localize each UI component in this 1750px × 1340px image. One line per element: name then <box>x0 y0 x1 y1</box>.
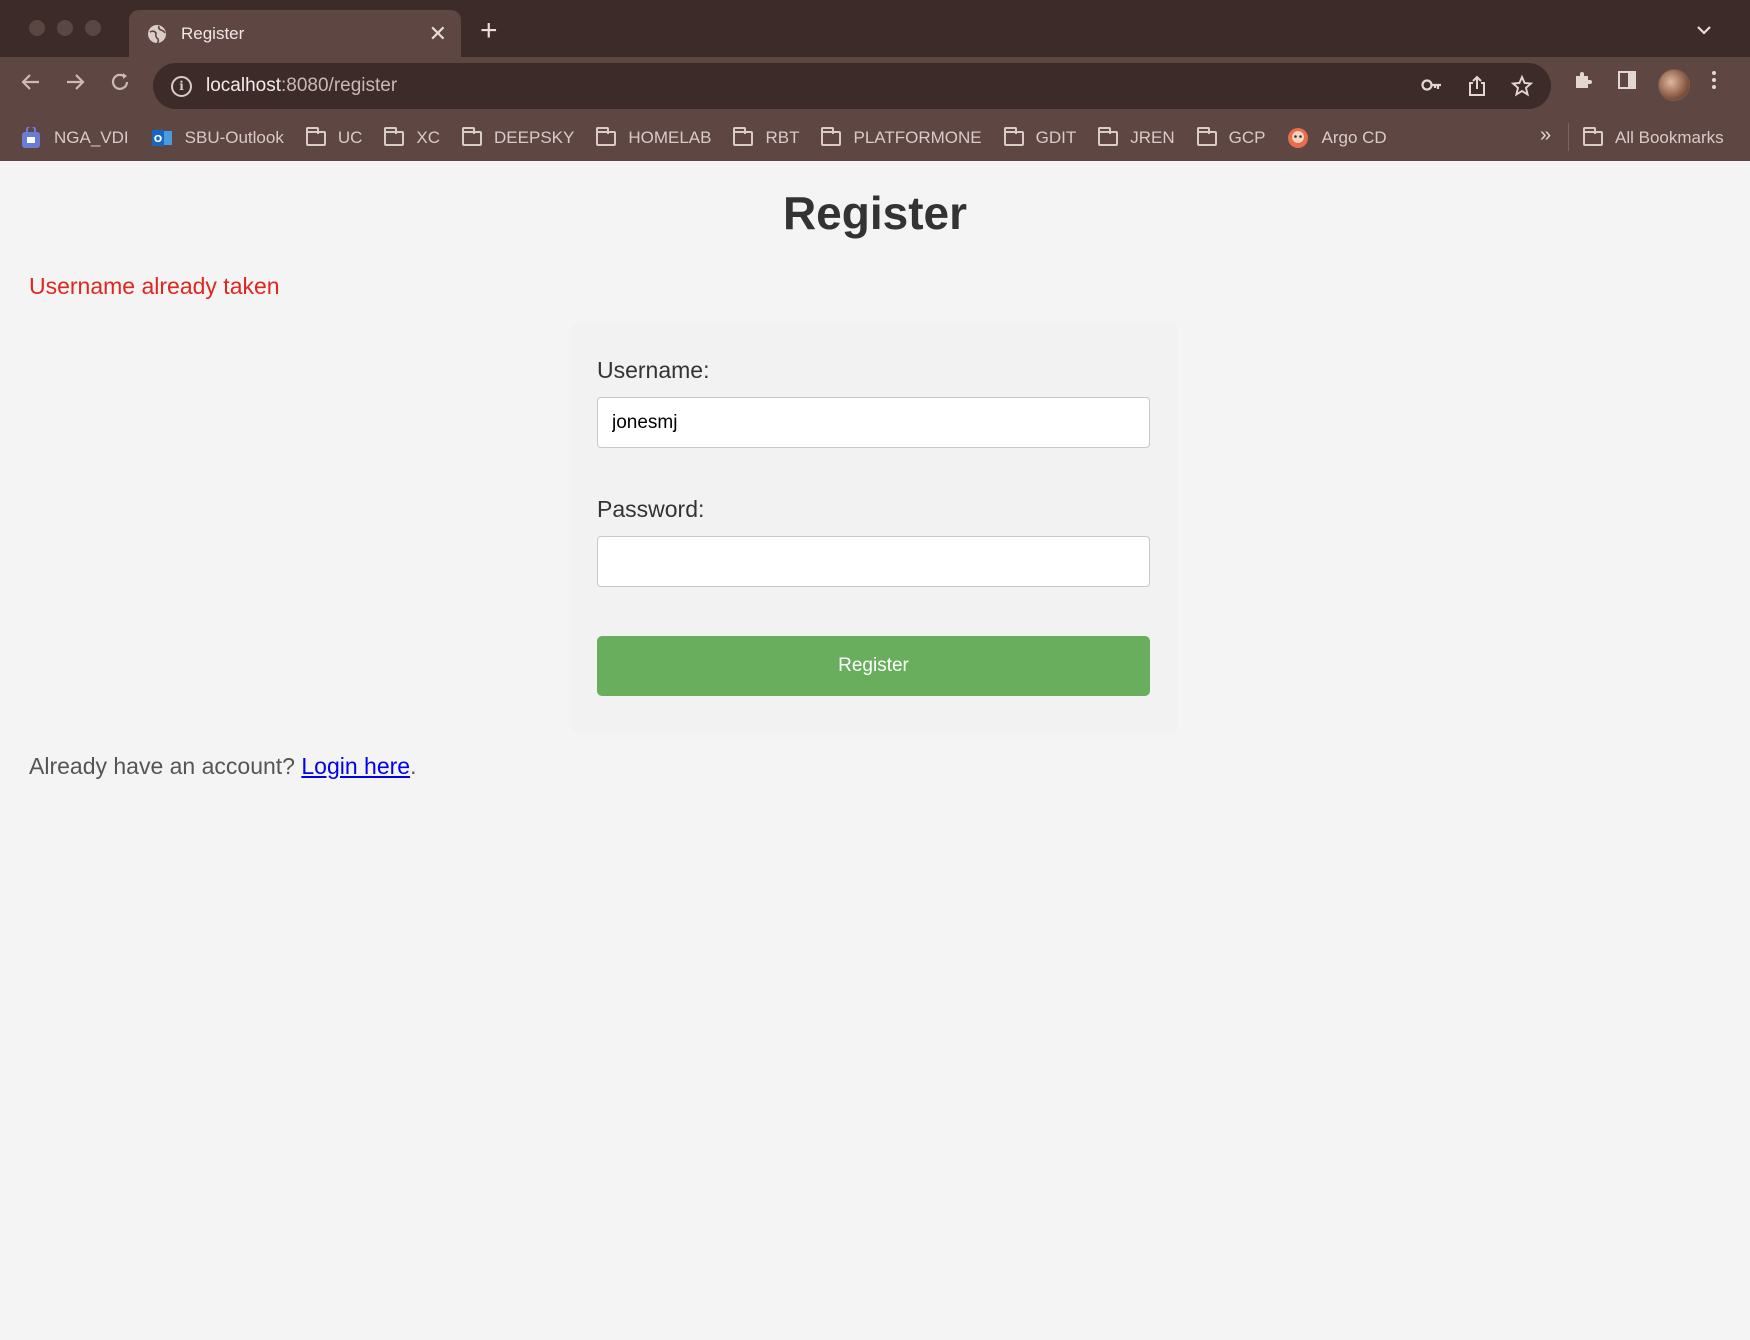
bookmark-nga-vdi[interactable]: NGA_VDI <box>20 126 129 149</box>
bookmark-sbu-outlook[interactable]: O SBU-Outlook <box>151 127 284 149</box>
window-close-button[interactable] <box>29 20 45 36</box>
folder-icon <box>384 127 405 146</box>
bookmarks-divider <box>1568 123 1569 151</box>
folder-icon <box>1098 127 1119 146</box>
outlook-icon: O <box>151 127 173 149</box>
password-key-icon[interactable] <box>1421 75 1443 97</box>
svg-text:O: O <box>153 134 162 145</box>
folder-icon <box>596 127 617 146</box>
login-link[interactable]: Login here <box>301 753 410 779</box>
bookmark-star-icon[interactable] <box>1511 75 1533 97</box>
bookmark-folder-rbt[interactable]: RBT <box>733 127 799 148</box>
error-message: Username already taken <box>29 273 280 299</box>
page-content: Register Username already taken Username… <box>0 161 1750 1340</box>
more-bookmarks-button[interactable]: » <box>1540 124 1551 147</box>
side-panel-icon[interactable] <box>1616 69 1638 95</box>
tab-strip: Register ✕ + <box>0 0 1750 57</box>
bookmark-argo-cd[interactable]: Argo CD <box>1287 127 1387 149</box>
folder-icon <box>821 127 842 146</box>
password-input[interactable] <box>597 536 1150 587</box>
browser-tab-register[interactable]: Register ✕ <box>129 10 461 57</box>
extensions-icon[interactable] <box>1572 69 1594 95</box>
username-input[interactable] <box>597 397 1150 448</box>
folder-icon <box>1003 127 1024 146</box>
window-maximize-button[interactable] <box>85 20 101 36</box>
window-minimize-button[interactable] <box>57 20 73 36</box>
folder-icon <box>305 127 326 146</box>
bookmark-folder-gcp[interactable]: GCP <box>1196 127 1265 148</box>
page-title: Register <box>782 187 968 239</box>
all-bookmarks-button[interactable]: All Bookmarks <box>1583 114 1724 161</box>
bookmark-folder-xc[interactable]: XC <box>384 127 440 148</box>
tab-close-icon[interactable]: ✕ <box>429 22 447 45</box>
bookmark-folder-gdit[interactable]: GDIT <box>1003 127 1076 148</box>
argo-icon <box>1287 127 1309 149</box>
vdi-icon <box>20 126 42 149</box>
tab-search-icon[interactable] <box>1696 20 1712 41</box>
new-tab-button[interactable]: + <box>480 16 498 46</box>
globe-icon <box>147 24 167 44</box>
more-menu-icon[interactable] <box>1710 69 1718 95</box>
url-text: localhost:8080/register <box>206 75 398 96</box>
address-bar[interactable]: i localhost:8080/register <box>153 63 1551 109</box>
register-button[interactable]: Register <box>597 636 1150 696</box>
tab-title: Register <box>181 23 245 43</box>
browser-toolbar: i localhost:8080/register <box>0 57 1750 114</box>
share-icon[interactable] <box>1467 75 1487 97</box>
profile-avatar[interactable] <box>1658 69 1690 101</box>
folder-icon <box>1583 127 1603 146</box>
forward-icon[interactable] <box>64 71 86 98</box>
password-label: Password: <box>597 496 705 522</box>
folder-icon <box>733 127 754 146</box>
folder-icon <box>462 127 483 146</box>
site-info-icon[interactable]: i <box>171 75 192 97</box>
folder-icon <box>1196 127 1217 146</box>
bookmark-folder-homelab[interactable]: HOMELAB <box>596 127 711 148</box>
bookmark-folder-platformone[interactable]: PLATFORMONE <box>821 127 982 148</box>
bookmark-folder-deepsky[interactable]: DEEPSKY <box>462 127 574 148</box>
back-icon[interactable] <box>20 71 42 98</box>
bookmark-folder-uc[interactable]: UC <box>305 127 362 148</box>
login-prompt: Already have an account? Login here. <box>29 753 417 779</box>
reload-icon[interactable] <box>109 71 131 98</box>
browser-chrome: Register ✕ + i localhost:8080/register N… <box>0 0 1750 161</box>
username-label: Username: <box>597 357 710 383</box>
bookmark-folder-jren[interactable]: JREN <box>1098 127 1175 148</box>
bookmarks-bar: NGA_VDI O SBU-Outlook UC XC DEEPSKY HOME… <box>0 114 1750 161</box>
